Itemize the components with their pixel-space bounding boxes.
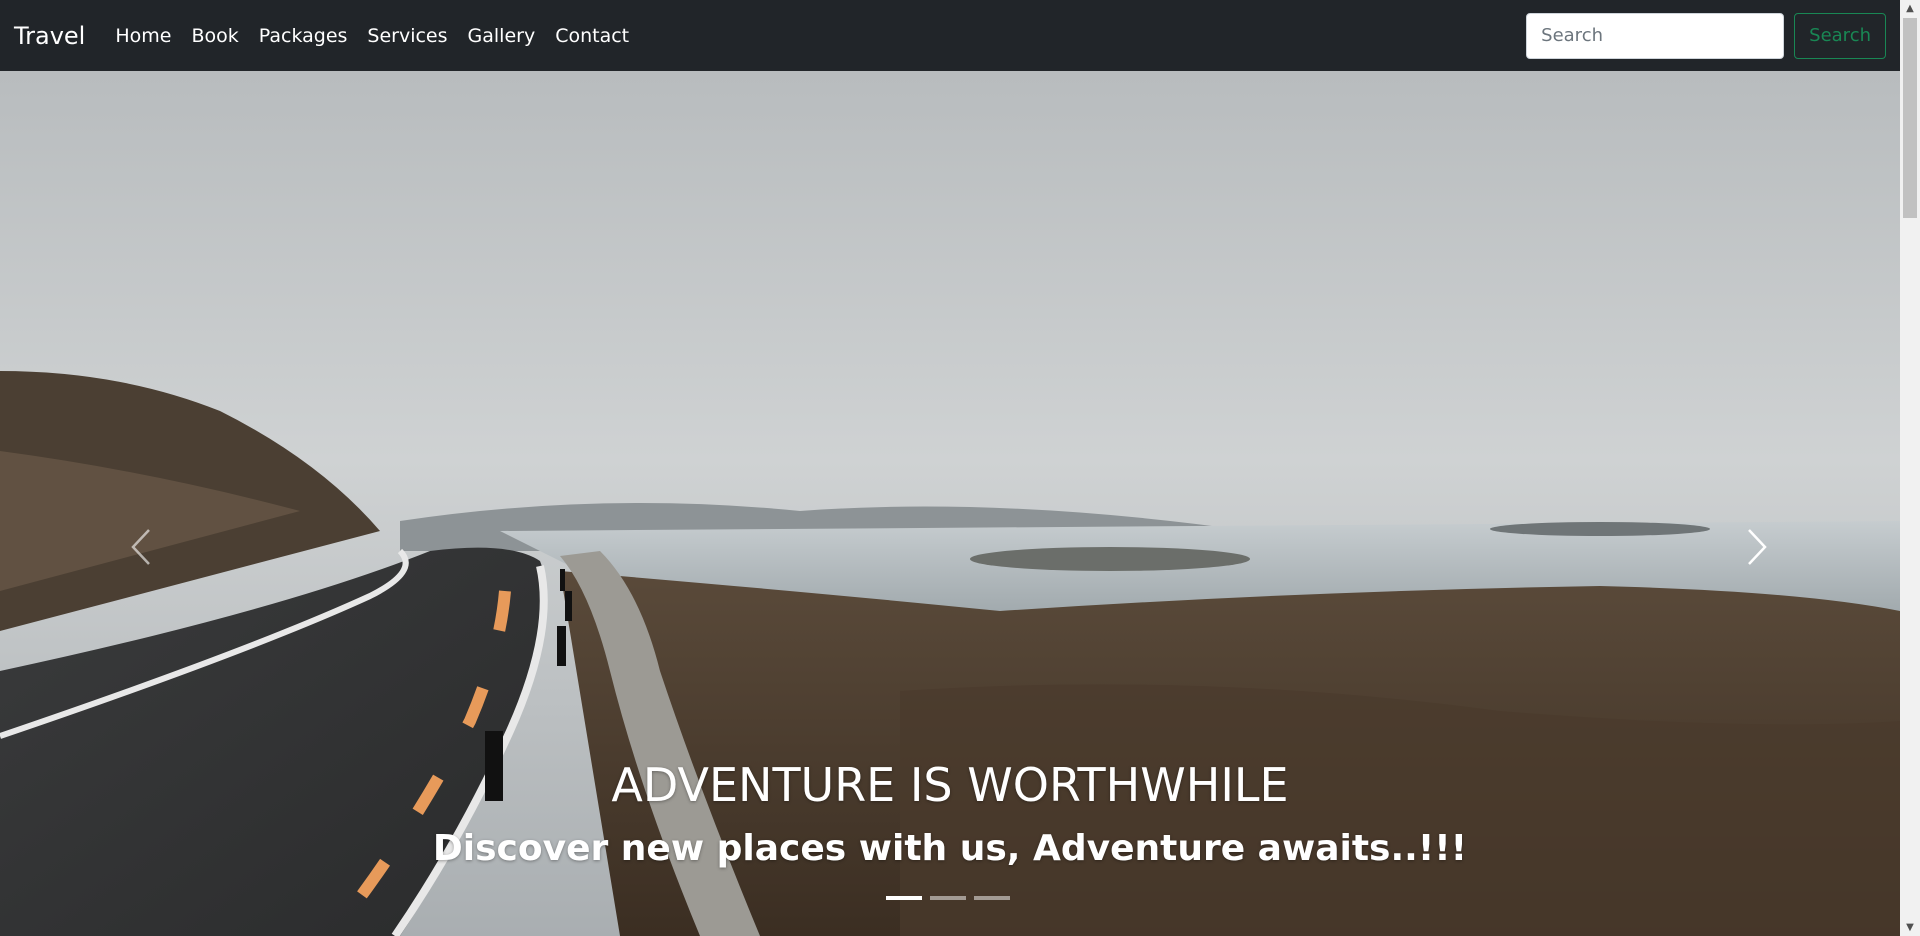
nav-link-gallery[interactable]: Gallery <box>468 25 536 47</box>
page-scrollbar[interactable]: ▲ ▼ <box>1900 0 1920 936</box>
nav-links: Home Book Packages Services Gallery Cont… <box>115 25 649 47</box>
nav-link-book[interactable]: Book <box>191 25 238 47</box>
scroll-down-arrow-icon[interactable]: ▼ <box>1900 919 1920 936</box>
carousel-prev-control[interactable] <box>118 524 164 570</box>
carousel-caption-title: ADVENTURE IS WORTHWHILE <box>611 758 1289 812</box>
brand-logo[interactable]: Travel <box>14 22 85 50</box>
carousel-next-control[interactable] <box>1734 524 1780 570</box>
carousel-indicator-3[interactable] <box>974 896 1010 900</box>
scroll-up-arrow-icon[interactable]: ▲ <box>1900 0 1920 17</box>
carousel-indicator-1[interactable] <box>886 896 922 900</box>
navbar: Travel Home Book Packages Services Galle… <box>0 0 1900 71</box>
scroll-thumb[interactable] <box>1903 18 1917 218</box>
search-button[interactable]: Search <box>1794 12 1886 59</box>
nav-link-packages[interactable]: Packages <box>259 25 348 47</box>
carousel-caption-subtitle: Discover new places with us, Adventure a… <box>432 828 1468 869</box>
chevron-left-icon <box>131 529 150 565</box>
nav-link-services[interactable]: Services <box>367 25 447 47</box>
chevron-right-icon <box>1748 529 1767 565</box>
nav-link-contact[interactable]: Contact <box>555 25 629 47</box>
search-input[interactable] <box>1526 12 1785 59</box>
carousel-indicators <box>886 896 1010 900</box>
search-form: Search <box>1526 12 1886 59</box>
carousel-indicator-2[interactable] <box>930 896 966 900</box>
nav-link-home[interactable]: Home <box>115 25 171 47</box>
